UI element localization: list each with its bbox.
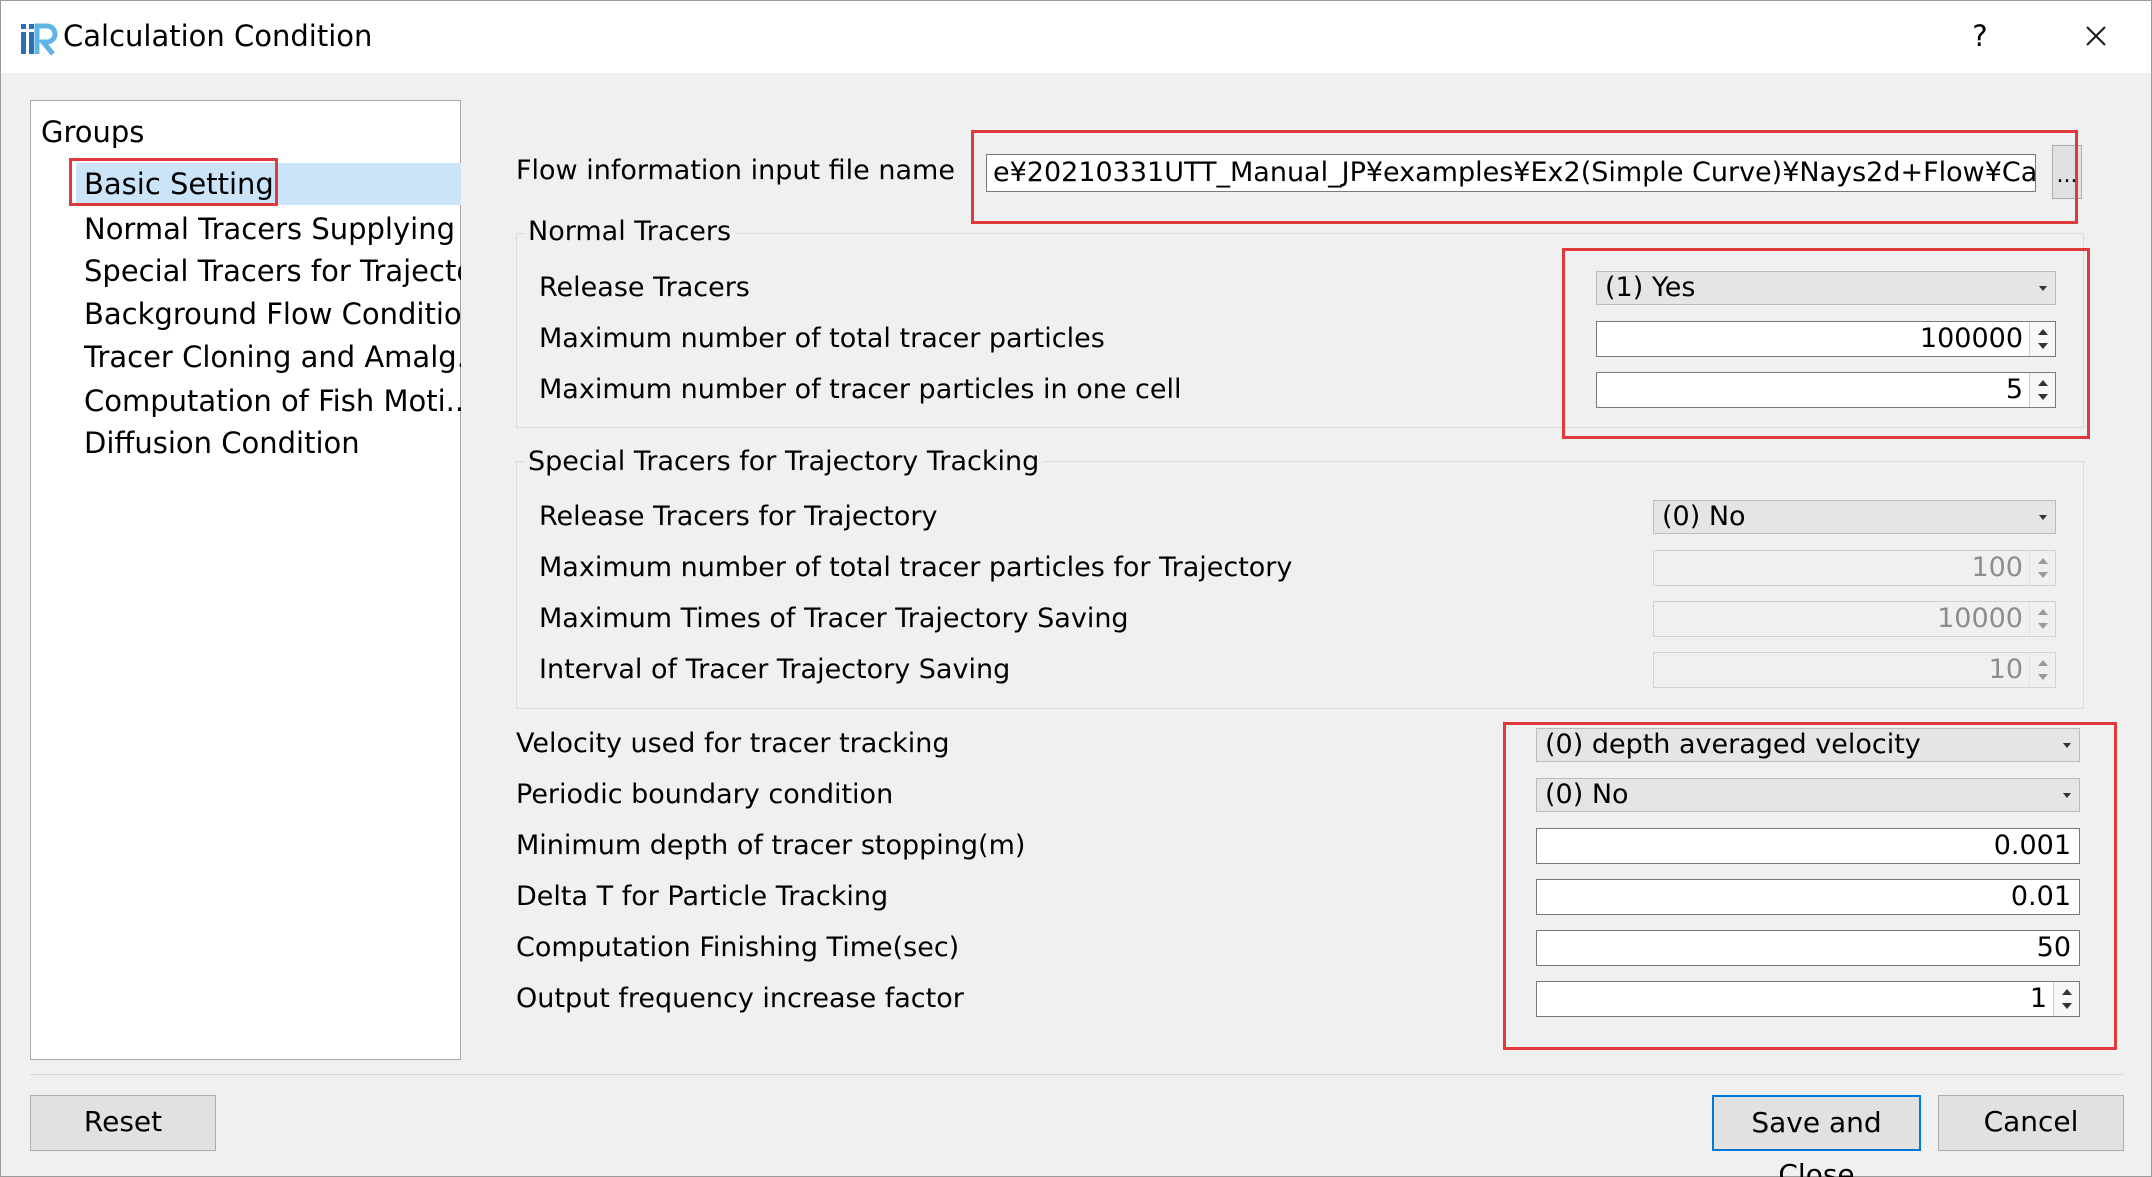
save-and-close-button[interactable]: Save and Close bbox=[1712, 1095, 1921, 1177]
selection-highlight-box bbox=[69, 158, 278, 206]
groups-tree: Groups Basic Setting Normal Tracers Supp… bbox=[30, 100, 461, 1060]
tree-item-tracer-cloning[interactable]: Tracer Cloning and Amalg... bbox=[84, 336, 461, 378]
help-button[interactable]: ? bbox=[1965, 19, 1995, 53]
release-tracers-label: Release Tracers bbox=[539, 272, 750, 303]
spin-up-icon bbox=[2038, 660, 2048, 666]
max-trajectory-particles-value: 100 bbox=[1971, 552, 2023, 583]
trajectory-interval-value: 10 bbox=[1988, 654, 2023, 685]
delta-t-label: Delta T for Particle Tracking bbox=[516, 881, 889, 912]
min-depth-label: Minimum depth of tracer stopping(m) bbox=[516, 830, 1026, 861]
reset-button[interactable]: Reset bbox=[30, 1095, 216, 1151]
spin-up-icon bbox=[2038, 609, 2048, 615]
max-trajectory-times-label: Maximum Times of Tracer Trajectory Savin… bbox=[539, 603, 1129, 634]
spin-down-icon bbox=[2038, 623, 2048, 629]
tree-item-fish-motion[interactable]: Computation of Fish Moti... bbox=[84, 380, 461, 422]
normal-tracers-highlight-box bbox=[1562, 248, 2090, 439]
flow-file-label: Flow information input file name bbox=[516, 155, 955, 186]
general-highlight-box bbox=[1503, 722, 2117, 1050]
tree-item-background-flow[interactable]: Background Flow Condition bbox=[84, 293, 461, 335]
release-trajectory-label: Release Tracers for Trajectory bbox=[539, 501, 938, 532]
title-bar: Calculation Condition ? bbox=[1, 1, 2151, 73]
spin-up-icon bbox=[2038, 558, 2048, 564]
normal-tracers-title: Normal Tracers bbox=[524, 214, 736, 250]
file-highlight-box bbox=[971, 130, 2078, 224]
spin-buttons bbox=[2029, 602, 2055, 636]
release-trajectory-select[interactable]: (0) No bbox=[1653, 500, 2056, 534]
finish-time-label: Computation Finishing Time(sec) bbox=[516, 932, 960, 963]
cancel-button[interactable]: Cancel bbox=[1938, 1095, 2124, 1151]
app-logo-icon bbox=[21, 23, 58, 56]
output-factor-label: Output frequency increase factor bbox=[516, 983, 964, 1014]
trajectory-interval-label: Interval of Tracer Trajectory Saving bbox=[539, 654, 1011, 685]
max-total-particles-label: Maximum number of total tracer particles bbox=[539, 323, 1105, 354]
max-trajectory-times-value: 10000 bbox=[1937, 603, 2023, 634]
tree-item-normal-tracers[interactable]: Normal Tracers Supplying ... bbox=[84, 208, 461, 250]
calculation-condition-dialog: Calculation Condition ? Groups Basic Set… bbox=[0, 0, 2152, 1177]
special-tracers-title: Special Tracers for Trajectory Tracking bbox=[524, 444, 1044, 480]
tree-item-special-tracers[interactable]: Special Tracers for Trajecto... bbox=[84, 250, 461, 292]
window-title: Calculation Condition bbox=[63, 19, 373, 53]
spin-down-icon bbox=[2038, 674, 2048, 680]
trajectory-interval-spinbox: 10 bbox=[1653, 652, 2056, 688]
velocity-label: Velocity used for tracer tracking bbox=[516, 728, 950, 759]
chevron-down-icon bbox=[2039, 515, 2047, 520]
max-trajectory-particles-spinbox: 100 bbox=[1653, 550, 2056, 586]
footer-divider bbox=[30, 1074, 2123, 1075]
release-trajectory-value: (0) No bbox=[1662, 501, 1746, 532]
groups-header: Groups bbox=[41, 115, 145, 149]
max-trajectory-times-spinbox: 10000 bbox=[1653, 601, 2056, 637]
max-cell-particles-label: Maximum number of tracer particles in on… bbox=[539, 374, 1182, 405]
tree-item-diffusion[interactable]: Diffusion Condition bbox=[84, 422, 461, 464]
spin-buttons bbox=[2029, 551, 2055, 585]
periodic-boundary-label: Periodic boundary condition bbox=[516, 779, 894, 810]
spin-buttons bbox=[2029, 653, 2055, 687]
close-icon[interactable] bbox=[2071, 11, 2121, 61]
spin-down-icon bbox=[2038, 572, 2048, 578]
max-trajectory-particles-label: Maximum number of total tracer particles… bbox=[539, 552, 1293, 583]
